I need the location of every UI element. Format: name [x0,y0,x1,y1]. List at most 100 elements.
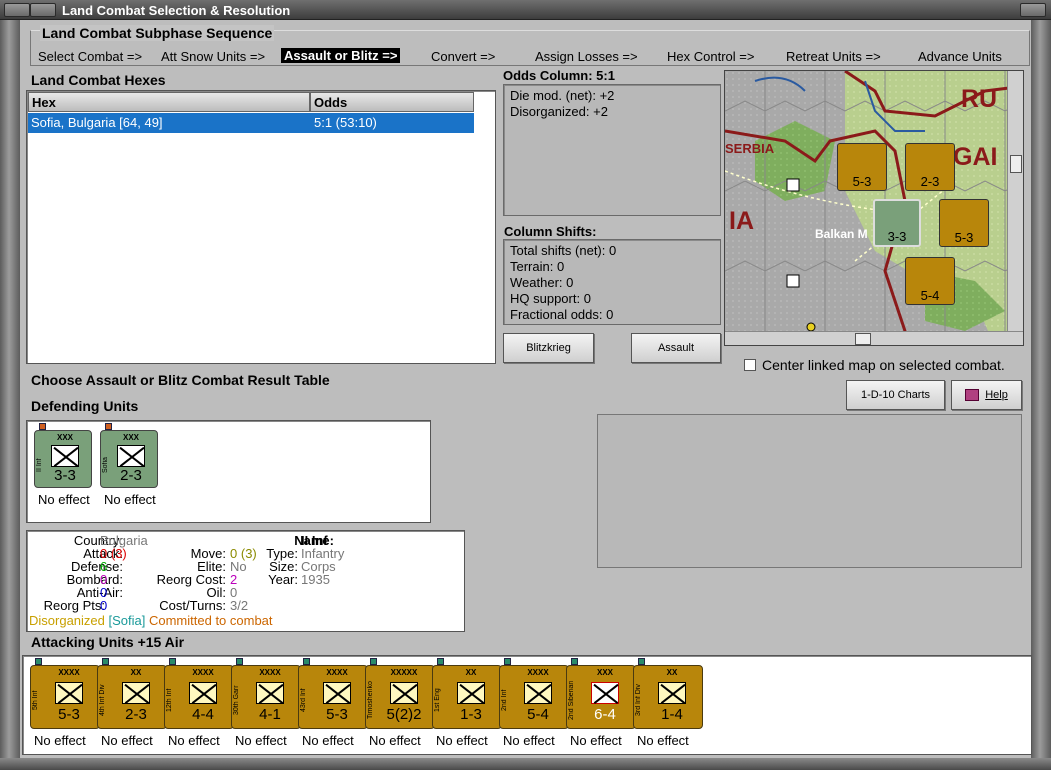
minimize-icon[interactable] [30,3,56,17]
attacker-effect: No effect [369,733,421,748]
year-label: Year: [268,572,298,587]
unit-size: XXX [56,433,73,442]
status-marker-icon [638,658,645,665]
seq-convert: Convert => [431,49,496,64]
costturns-value: 3/2 [230,598,249,613]
help-button[interactable]: Help [951,380,1022,410]
status-marker-icon [437,658,444,665]
odds-die-mod: Die mod. (net): +2 [510,88,615,103]
unit-type-icon [524,682,552,704]
attacker-counter[interactable]: XXXX 2nd Inf 5-4 [499,658,569,729]
close-icon[interactable] [1020,3,1046,17]
left-frame [0,20,20,770]
unit-strength: 5-4 [527,706,549,723]
book-icon [965,389,980,401]
shift-hq: HQ support: 0 [510,291,591,306]
year-value: 1935 [301,572,330,587]
attacker-counter[interactable]: XX 4th Inf Div 2-3 [97,658,167,729]
hex-name: Sofia, Bulgaria [64, 49] [31,115,163,130]
map-label-balkan: Balkan M [815,227,868,241]
seq-hex-control: Hex Control => [667,49,755,64]
map-counter-2[interactable]: 2-3 [905,143,955,191]
attacker-counter[interactable]: XXXX 5th Inf 5-3 [30,658,100,729]
map-counter-defender[interactable]: 3-3 [873,199,921,247]
map-vscrollbar[interactable] [1007,71,1023,333]
unit-strength: 4-1 [259,706,281,723]
attacker-counter[interactable]: XX 3rd Inf Div 1-4 [633,658,703,729]
map-label-ia: IA [729,207,754,235]
hexes-heading: Land Combat Hexes [31,72,166,88]
status-marker-icon [39,423,46,430]
unit-strength: 1-3 [460,706,482,723]
unit-strength: 6-4 [594,706,616,723]
status-marker-icon [102,658,109,665]
attacker-counter[interactable]: XXXX 43rd Inf 5-3 [298,658,368,729]
blitzkrieg-button[interactable]: Blitzkrieg [503,333,594,363]
column-header-odds[interactable]: Odds [310,92,474,112]
status-marker-icon [236,658,243,665]
unit-strength: 5-3 [58,706,80,723]
odds-panel: Die mod. (net): +2 Disorganized: +2 [503,84,721,216]
seq-assault-blitz: Assault or Blitz => [281,48,401,63]
title-bar: Land Combat Selection & Resolution [0,0,1051,20]
map-hscroll-thumb[interactable] [855,333,871,345]
attacker-counter[interactable]: XXXX 12th Inf 4-4 [164,658,234,729]
attacker-counter[interactable]: XXX 2nd Siberian 6-4 [566,658,636,729]
unit-info-panel: Country: Bulgaria Attack: 0 (3) Defense:… [26,530,465,632]
unit-type-icon [591,682,619,704]
map-label-bulgaria: GAI [953,143,998,171]
unit-strength: 5(2)2 [386,706,422,723]
unit-size: XXX [122,433,139,442]
seq-advance: Advance Units [918,49,1002,64]
defender-counter[interactable]: XXX Sofia 2-3 [100,423,158,488]
unit-strength: 5-3 [326,706,348,723]
center-map-label: Center linked map on selected combat. [762,357,1005,373]
unit-size: XXXX [527,668,549,677]
status-marker-icon [105,423,112,430]
column-header-hex[interactable]: Hex [28,92,310,112]
hexes-list[interactable]: Hex Odds Sofia, Bulgaria [64, 49] 5:1 (5… [26,90,496,364]
choose-heading: Choose Assault or Blitz Combat Result Ta… [31,372,330,388]
status-disorganized: Disorganized [29,613,105,628]
map-hscrollbar[interactable] [725,331,1023,345]
attacker-counter[interactable]: XXXXX Timoshenko 5(2)2 [365,658,435,729]
system-menu-icon[interactable] [4,3,30,17]
attacker-effect: No effect [34,733,86,748]
hex-row-selected[interactable]: Sofia, Bulgaria [64, 49] 5:1 (53:10) [28,113,474,133]
defending-heading: Defending Units [31,398,139,414]
linked-map[interactable]: RU GAI SERBIA IA Balkan M 5-3 2-3 5-3 5-… [724,70,1024,346]
map-vscroll-thumb[interactable] [1010,155,1022,173]
charts-button[interactable]: 1-D-10 Charts [846,380,945,410]
map-counter-3[interactable]: 5-3 [939,199,989,247]
seq-retreat: Retreat Units => [786,49,881,64]
unit-type-icon [122,682,150,704]
map-counter-4[interactable]: 5-4 [905,257,955,305]
status-marker-icon [504,658,511,665]
shifts-panel: Total shifts (net): 0 Terrain: 0 Weather… [503,239,721,325]
attacker-counter[interactable]: XX 1st Eng 1-3 [432,658,502,729]
assault-button[interactable]: Assault [631,333,721,363]
unit-type-icon [658,682,686,704]
bottom-frame [0,758,1051,770]
attacker-effect: No effect [436,733,488,748]
sequence-heading: Land Combat Subphase Sequence [40,25,275,41]
attacker-effect: No effect [503,733,555,748]
attacker-effect: No effect [637,733,689,748]
help-label: Help [985,389,1008,401]
shift-fractional: Fractional odds: 0 [510,307,614,322]
status-location: [Sofia] [108,613,146,628]
defender-counter[interactable]: XXX II Inf 3-3 [34,423,92,488]
shift-weather: Weather: 0 [510,275,574,290]
unit-size: XXX [596,668,613,677]
unit-strength: 2-3 [120,467,142,484]
attacker-counter[interactable]: XXXX 30th Garr 4-1 [231,658,301,729]
map-counter-1[interactable]: 5-3 [837,143,887,191]
defender-effect: No effect [38,492,90,507]
center-map-checkbox[interactable] [744,359,756,371]
seq-att-snow: Att Snow Units => [161,49,266,64]
unit-size: XXXX [58,668,80,677]
attacker-effect: No effect [168,733,220,748]
reorgpts-label: Reorg Pts: [43,598,105,613]
unit-strength: 2-3 [125,706,147,723]
status-marker-icon [571,658,578,665]
